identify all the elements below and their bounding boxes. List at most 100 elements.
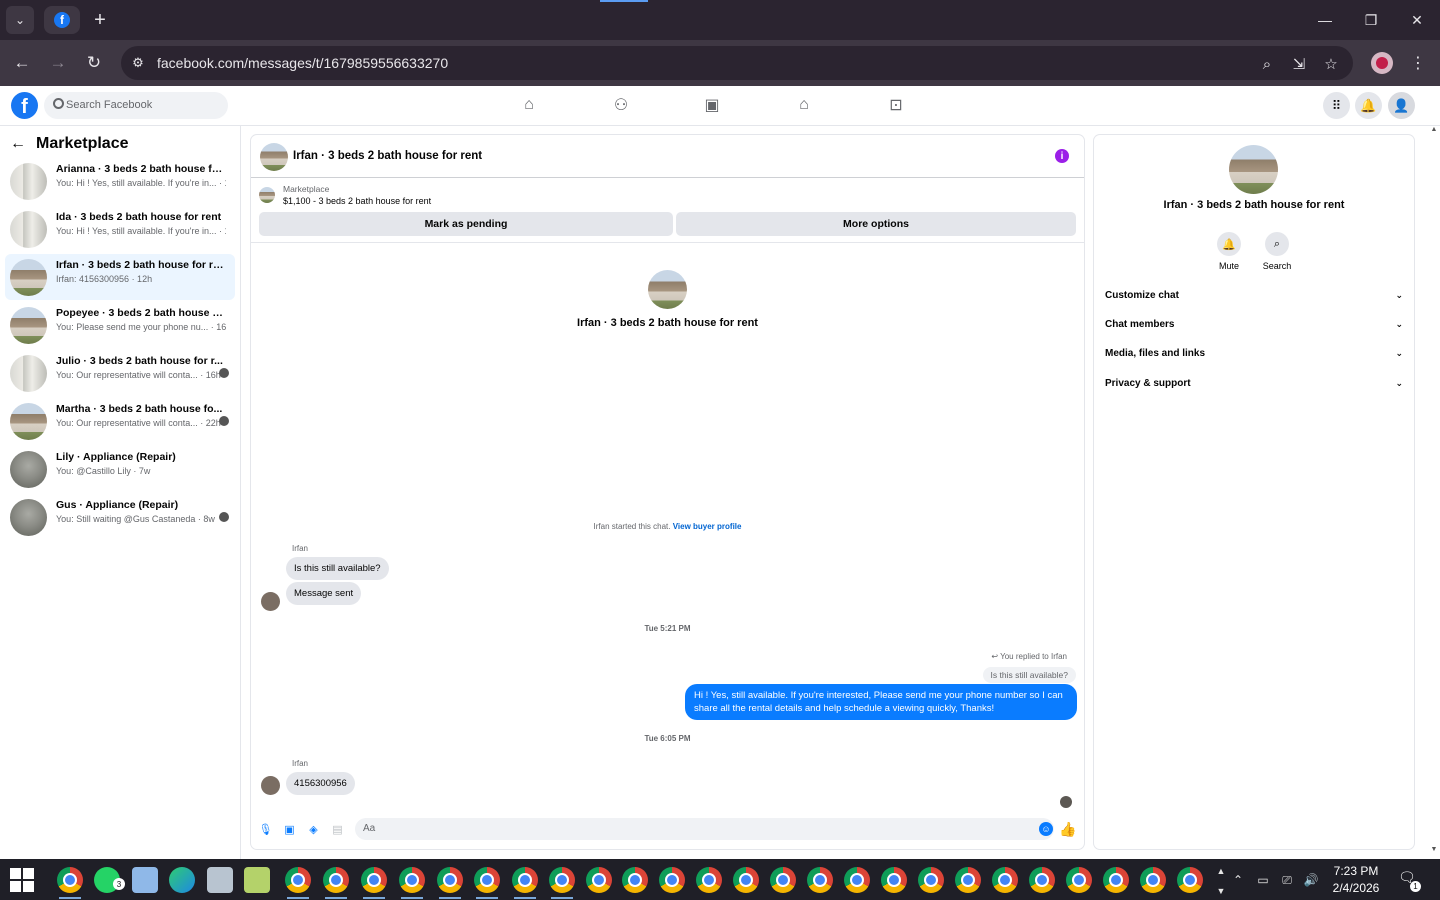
back-arrow-icon[interactable]: ← xyxy=(9,50,35,76)
browser-menu-icon[interactable]: ⋮ xyxy=(1407,52,1429,74)
gif-icon[interactable]: ▤ xyxy=(331,823,344,836)
chrome-icon[interactable] xyxy=(437,867,463,893)
sender-avatar[interactable] xyxy=(261,776,280,795)
system-clock[interactable]: 7:23 PM 2/4/2026 xyxy=(1326,863,1386,897)
chrome-icon[interactable] xyxy=(1177,867,1203,893)
details-avatar[interactable] xyxy=(1229,145,1278,194)
chrome-icon[interactable] xyxy=(659,867,685,893)
incoming-message[interactable]: 4156300956 xyxy=(286,772,355,795)
quoted-message[interactable]: Is this still available? xyxy=(982,667,1076,683)
keyboard-app-icon[interactable] xyxy=(132,867,158,893)
chrome-icon[interactable] xyxy=(512,867,538,893)
minimize-button[interactable]: — xyxy=(1305,6,1345,34)
show-hidden-icons-chevron-icon[interactable]: ⌃ xyxy=(1230,872,1246,888)
chrome-icon[interactable] xyxy=(1140,867,1166,893)
notifications-bell-icon[interactable]: 🔔 xyxy=(1355,92,1382,119)
microphone-icon[interactable]: 🎙 xyxy=(259,823,273,836)
chrome-icon[interactable] xyxy=(1066,867,1092,893)
install-app-icon[interactable]: ⇲ xyxy=(1289,54,1309,74)
browser-tab-facebook[interactable]: f xyxy=(44,6,80,34)
restore-button[interactable]: ❐ xyxy=(1351,6,1391,34)
more-options-button[interactable]: More options xyxy=(676,212,1076,236)
chrome-icon[interactable] xyxy=(549,867,575,893)
chrome-icon[interactable] xyxy=(586,867,612,893)
address-bar[interactable]: ⚙ facebook.com/messages/t/16798595566332… xyxy=(121,46,1353,80)
media-files-links-section[interactable]: Media, files and links ⌄ xyxy=(1105,343,1403,363)
mute-button[interactable]: 🔔 Mute xyxy=(1209,232,1249,271)
chrome-icon[interactable] xyxy=(1029,867,1055,893)
message-input[interactable]: Aa ☺ xyxy=(355,818,1054,840)
chrome-icon[interactable] xyxy=(622,867,648,893)
photo-icon[interactable]: ▣ xyxy=(283,823,296,836)
listing-thumbnail[interactable] xyxy=(259,187,275,203)
privacy-support-section[interactable]: Privacy & support ⌄ xyxy=(1105,373,1403,393)
incoming-message[interactable]: Is this still available? xyxy=(286,557,389,580)
url-text[interactable]: facebook.com/messages/t/1679859556633270 xyxy=(157,55,448,71)
edge-icon[interactable] xyxy=(169,867,195,893)
menu-grid-icon[interactable]: ⠿ xyxy=(1323,92,1350,119)
chrome-icon[interactable] xyxy=(881,867,907,893)
chat-title[interactable]: Irfan · 3 beds 2 bath house for rent xyxy=(293,150,482,162)
chrome-icon[interactable] xyxy=(474,867,500,893)
outgoing-message[interactable]: Hi ! Yes, still available. If you're int… xyxy=(685,684,1077,720)
taskbar-scroll-down-icon[interactable]: ▼ xyxy=(1213,883,1229,899)
gaming-icon[interactable]: ⊡ xyxy=(885,94,907,116)
chrome-icon[interactable] xyxy=(918,867,944,893)
marketplace-icon[interactable]: ⌂ xyxy=(793,94,815,116)
chrome-icon[interactable] xyxy=(807,867,833,893)
mark-as-pending-button[interactable]: Mark as pending xyxy=(259,212,673,236)
customize-chat-section[interactable]: Customize chat ⌄ xyxy=(1105,285,1403,305)
volume-icon[interactable]: 🔊 xyxy=(1303,872,1319,888)
video-icon[interactable]: ▣ xyxy=(701,94,723,116)
chrome-icon[interactable] xyxy=(285,867,311,893)
incoming-message[interactable]: Message sent xyxy=(286,582,362,605)
chrome-icon[interactable] xyxy=(844,867,870,893)
conversation-item[interactable]: Julio · 3 beds 2 bath house for r... You:… xyxy=(5,350,235,396)
info-icon[interactable]: i xyxy=(1055,149,1069,163)
windows-start-icon[interactable] xyxy=(10,868,34,892)
new-tab-button[interactable]: + xyxy=(88,8,112,32)
conversation-item[interactable]: Gus · Appliance (Repair) You: Still waiti… xyxy=(5,494,235,540)
chrome-icon[interactable] xyxy=(696,867,722,893)
conversation-item[interactable]: Lily · Appliance (Repair) You: @Castillo … xyxy=(5,446,235,492)
tab-search-chevron-icon[interactable]: ⌄ xyxy=(6,6,34,34)
reload-icon[interactable]: ↻ xyxy=(81,50,107,76)
view-buyer-profile-link[interactable]: View buyer profile xyxy=(673,522,742,531)
zoom-icon[interactable]: ⌕ xyxy=(1257,54,1277,74)
chrome-icon[interactable] xyxy=(770,867,796,893)
friends-icon[interactable]: ⚇ xyxy=(610,94,632,116)
scroll-down-arrow-icon[interactable]: ▼ xyxy=(1430,846,1438,853)
meet-now-icon[interactable]: ▭ xyxy=(1255,872,1271,888)
taskbar-scroll-up-icon[interactable]: ▲ xyxy=(1213,863,1229,879)
chrome-icon[interactable] xyxy=(992,867,1018,893)
forward-arrow-icon[interactable]: → xyxy=(45,50,71,76)
conversation-item[interactable]: Ida · 3 beds 2 bath house for rent You: H… xyxy=(5,206,235,252)
chat-avatar[interactable] xyxy=(260,143,288,171)
bookmark-star-icon[interactable]: ☆ xyxy=(1321,54,1341,74)
chrome-icon[interactable] xyxy=(733,867,759,893)
page-scrollbar[interactable]: ▲ ▼ xyxy=(1428,126,1440,859)
conversation-item[interactable]: Martha · 3 beds 2 bath house fo... You: O… xyxy=(5,398,235,444)
browser-profile-avatar[interactable] xyxy=(1371,52,1393,74)
thumbs-up-icon[interactable]: 👍 xyxy=(1059,821,1076,837)
notes-app-icon[interactable] xyxy=(244,867,270,893)
conversation-item[interactable]: Irfan · 3 beds 2 bath house for rent Irfa… xyxy=(5,254,235,300)
chrome-icon[interactable] xyxy=(361,867,387,893)
chat-members-section[interactable]: Chat members ⌄ xyxy=(1105,314,1403,334)
network-icon[interactable]: ⎚ xyxy=(1279,872,1295,888)
scroll-up-arrow-icon[interactable]: ▲ xyxy=(1430,126,1438,133)
conversation-item[interactable]: Arianna · 3 beds 2 bath house for r... Yo… xyxy=(5,158,235,204)
chrome-icon[interactable] xyxy=(399,867,425,893)
chrome-icon[interactable] xyxy=(1103,867,1129,893)
home-icon[interactable]: ⌂ xyxy=(518,94,540,116)
chrome-icon[interactable] xyxy=(57,867,83,893)
chrome-icon[interactable] xyxy=(323,867,349,893)
account-avatar[interactable]: 👤 xyxy=(1388,92,1415,119)
close-window-button[interactable]: ✕ xyxy=(1397,6,1437,34)
search-in-conversation-button[interactable]: ⌕ Search xyxy=(1257,232,1297,271)
sender-avatar[interactable] xyxy=(261,592,280,611)
emoji-icon[interactable]: ☺ xyxy=(1039,822,1053,836)
site-settings-icon[interactable]: ⚙ xyxy=(129,54,147,72)
back-arrow-icon[interactable]: ← xyxy=(10,135,30,153)
facebook-search-input[interactable]: Search Facebook xyxy=(44,92,228,119)
